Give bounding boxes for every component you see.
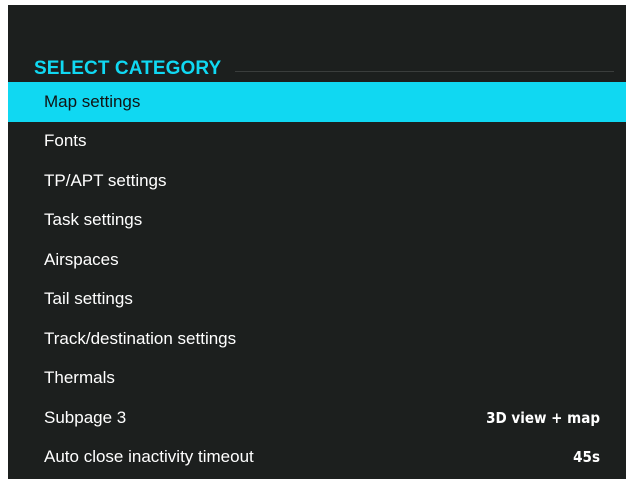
menu-item-tail-settings[interactable]: Tail settings <box>8 280 626 320</box>
menu-item-task-settings[interactable]: Task settings <box>8 201 626 241</box>
menu-item-tp-apt-settings[interactable]: TP/APT settings <box>8 161 626 201</box>
category-menu: Map settings Fonts TP/APT settings Task … <box>8 82 626 477</box>
menu-item-value: 3D view + map <box>486 408 600 427</box>
menu-item-subpage-3[interactable]: Subpage 3 3D view + map <box>8 398 626 438</box>
menu-item-label: Task settings <box>44 210 143 230</box>
header-title: SELECT CATEGORY <box>34 58 222 79</box>
menu-item-label: Fonts <box>44 131 87 151</box>
menu-item-thermals[interactable]: Thermals <box>8 359 626 399</box>
header-divider <box>235 70 614 72</box>
menu-item-label: Track/destination settings <box>44 328 237 348</box>
menu-item-track-destination-settings[interactable]: Track/destination settings <box>8 319 626 359</box>
menu-item-label: TP/APT settings <box>44 170 167 190</box>
category-header: SELECT CATEGORY <box>34 55 614 83</box>
menu-item-label: Subpage 3 <box>44 407 127 427</box>
menu-item-map-settings[interactable]: Map settings <box>8 82 626 122</box>
menu-item-label: Tail settings <box>44 289 133 309</box>
menu-item-label: Thermals <box>44 368 115 388</box>
menu-item-airspaces[interactable]: Airspaces <box>8 240 626 280</box>
menu-item-label: Airspaces <box>44 249 119 269</box>
menu-item-auto-close-timeout[interactable]: Auto close inactivity timeout 45s <box>8 438 626 478</box>
menu-item-label: Map settings <box>44 91 141 111</box>
menu-item-label: Auto close inactivity timeout <box>44 447 254 467</box>
menu-item-fonts[interactable]: Fonts <box>8 122 626 162</box>
menu-item-value: 45s <box>573 448 600 467</box>
